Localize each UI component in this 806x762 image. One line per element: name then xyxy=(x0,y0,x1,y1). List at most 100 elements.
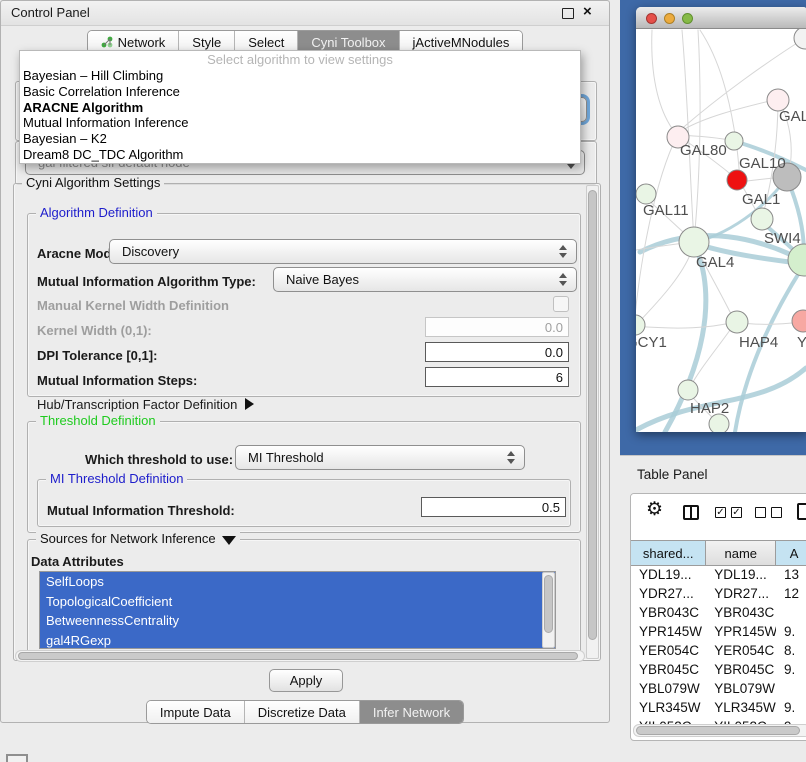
table-cell[interactable]: YBR043C xyxy=(631,605,706,620)
attribute-item-selfloops[interactable]: SelfLoops xyxy=(40,572,555,592)
table-row[interactable]: YDR27...YDR27...12 xyxy=(631,584,806,603)
which-threshold-combobox[interactable]: MI Threshold xyxy=(235,445,525,470)
table-cell[interactable]: 9. xyxy=(776,700,806,715)
table-cell[interactable]: YDL19... xyxy=(631,567,706,582)
network-node-gal11[interactable] xyxy=(636,184,656,204)
attribute-item-topologicalcoefficient[interactable]: TopologicalCoefficient xyxy=(40,592,555,612)
table-cell[interactable]: YER054C xyxy=(706,643,776,658)
attribute-item-gal4rgexp[interactable]: gal4RGexp xyxy=(40,631,555,650)
table-cell[interactable]: YDR27... xyxy=(631,586,706,601)
tab-label: Network xyxy=(118,35,166,50)
table-cell[interactable]: YLR345W xyxy=(706,700,776,715)
table-hscroll-thumb[interactable] xyxy=(636,726,800,735)
tab-label: Select xyxy=(248,35,284,50)
data-attributes-list[interactable]: SelfLoopsTopologicalCoefficientBetweenne… xyxy=(39,571,556,649)
table-row[interactable]: YDL19...YDL19...13 xyxy=(631,565,806,584)
tab-discretize-data[interactable]: Discretize Data xyxy=(244,701,359,723)
close-window-icon[interactable] xyxy=(646,13,657,24)
table-cell[interactable]: YBR045C xyxy=(631,662,706,677)
table-cell[interactable]: 12 xyxy=(776,586,806,601)
attribute-item-betweennesscentrality[interactable]: BetweennessCentrality xyxy=(40,611,555,631)
table-row[interactable]: YLR345WYLR345W9. xyxy=(631,698,806,717)
hub-definition-toggle[interactable]: Hub/Transcription Factor Definition xyxy=(37,397,254,412)
table-cell[interactable]: 13 xyxy=(776,567,806,582)
network-node-gal1[interactable] xyxy=(727,170,747,190)
settings-vertical-scrollbar[interactable] xyxy=(586,185,599,659)
network-node-label: GCY1 xyxy=(636,334,667,351)
table-row[interactable]: YIL052CYIL052C9 xyxy=(631,717,806,724)
table-cell[interactable]: YER054C xyxy=(631,643,706,658)
table-cell[interactable]: YPR145W xyxy=(706,624,776,639)
table-cell[interactable]: YPR145W xyxy=(631,624,706,639)
table-cell[interactable]: YBL079W xyxy=(706,681,776,696)
minimize-window-icon[interactable] xyxy=(664,13,675,24)
network-node-gal4[interactable] xyxy=(679,227,709,257)
attributes-list-scrollbar[interactable] xyxy=(542,572,555,648)
column-header-a[interactable]: A xyxy=(776,541,806,565)
table-row[interactable]: YBR045CYBR045C9. xyxy=(631,660,806,679)
algorithm-option-bayesian-hill-climbing[interactable]: Bayesian – Hill Climbing xyxy=(20,68,580,84)
network-node-gal10[interactable] xyxy=(725,132,743,150)
network-window-titlebar[interactable] xyxy=(636,7,806,29)
settings-hscroll-thumb[interactable] xyxy=(18,652,578,660)
gear-icon[interactable]: ⚙ xyxy=(646,500,663,520)
network-node-hap4[interactable] xyxy=(726,311,748,333)
mi-threshold-field[interactable] xyxy=(421,497,566,517)
aracne-mode-combobox[interactable]: Discovery xyxy=(109,239,577,264)
table-row[interactable]: YER054CYER054C8. xyxy=(631,641,806,660)
network-canvas[interactable]: GALGAL80GAL10GAL1GAL11SWI4GAL4GCY1HAP4YH… xyxy=(636,29,806,432)
table-panel-title: Table Panel xyxy=(637,467,708,482)
column-header-name[interactable]: name xyxy=(706,541,776,565)
table-cell[interactable]: 9. xyxy=(776,662,806,677)
network-node-swi4[interactable] xyxy=(751,208,773,230)
columns-icon[interactable] xyxy=(683,505,699,520)
unchecked-checkbox-icon[interactable] xyxy=(755,507,766,518)
algorithm-option-aracne-algorithm[interactable]: ARACNE Algorithm xyxy=(20,100,580,116)
mi-type-combobox[interactable]: Naive Bayes xyxy=(273,267,577,292)
table-cell[interactable]: YBL079W xyxy=(631,681,706,696)
float-panel-icon[interactable] xyxy=(562,8,574,19)
mi-threshold-group-title: MI Threshold Definition xyxy=(46,471,187,486)
tab-infer-network[interactable]: Infer Network xyxy=(359,701,463,723)
table-cell[interactable]: YDL19... xyxy=(706,567,776,582)
algorithm-option-basic-correlation-inference[interactable]: Basic Correlation Inference xyxy=(20,84,580,100)
table-header-row: shared...nameA xyxy=(631,540,806,566)
table-cell[interactable]: 8. xyxy=(776,643,806,658)
close-panel-icon[interactable]: × xyxy=(583,3,592,20)
mi-steps-field[interactable] xyxy=(425,367,569,387)
table-cell[interactable]: YBR043C xyxy=(706,605,776,620)
network-view-window: GALGAL80GAL10GAL1GAL11SWI4GAL4GCY1HAP4YH… xyxy=(636,7,806,432)
table-row[interactable]: YBL079WYBL079W xyxy=(631,679,806,698)
checked-checkbox-icon[interactable]: ✓ xyxy=(715,507,726,518)
kernel-width-label: Kernel Width (0,1): xyxy=(37,323,152,338)
combo-arrows-icon xyxy=(502,451,520,464)
table-cell[interactable]: YDR27... xyxy=(706,586,776,601)
dpi-tolerance-field[interactable] xyxy=(425,342,569,362)
collapsed-panel-button-partial[interactable] xyxy=(6,754,28,762)
kernel-width-field[interactable] xyxy=(425,317,569,337)
network-node-hap2[interactable] xyxy=(678,380,698,400)
algorithm-option-mutual-information-inference[interactable]: Mutual Information Inference xyxy=(20,115,580,131)
network-node-label: Y xyxy=(797,334,806,351)
table-cell[interactable]: YLR345W xyxy=(631,700,706,715)
table-row[interactable]: YPR145WYPR145W9. xyxy=(631,622,806,641)
checked-checkbox-icon[interactable]: ✓ xyxy=(731,507,742,518)
algorithm-option-dream8-dc-tdc-algorithm[interactable]: Dream8 DC_TDC Algorithm xyxy=(20,147,580,163)
table-cell[interactable]: YBR045C xyxy=(706,662,776,677)
zoom-window-icon[interactable] xyxy=(682,13,693,24)
table-row[interactable]: YBR043CYBR043C xyxy=(631,603,806,622)
data-attributes-label: Data Attributes xyxy=(31,554,124,569)
algorithm-option-bayesian-k2[interactable]: Bayesian – K2 xyxy=(20,131,580,147)
attributes-scrollbar-thumb[interactable] xyxy=(544,575,553,633)
table-cell[interactable]: 9. xyxy=(776,624,806,639)
apply-button[interactable]: Apply xyxy=(269,669,343,692)
column-header-shared[interactable]: shared... xyxy=(631,541,706,565)
document-icon[interactable] xyxy=(797,503,806,520)
settings-vscroll-thumb[interactable] xyxy=(588,190,597,640)
manual-kernel-checkbox[interactable] xyxy=(553,296,569,312)
network-node-label: GAL10 xyxy=(739,155,786,172)
tab-impute-data[interactable]: Impute Data xyxy=(147,701,244,723)
table-horizontal-scrollbar[interactable] xyxy=(633,724,806,737)
settings-horizontal-scrollbar[interactable] xyxy=(15,650,585,662)
unchecked-checkbox-icon[interactable] xyxy=(771,507,782,518)
